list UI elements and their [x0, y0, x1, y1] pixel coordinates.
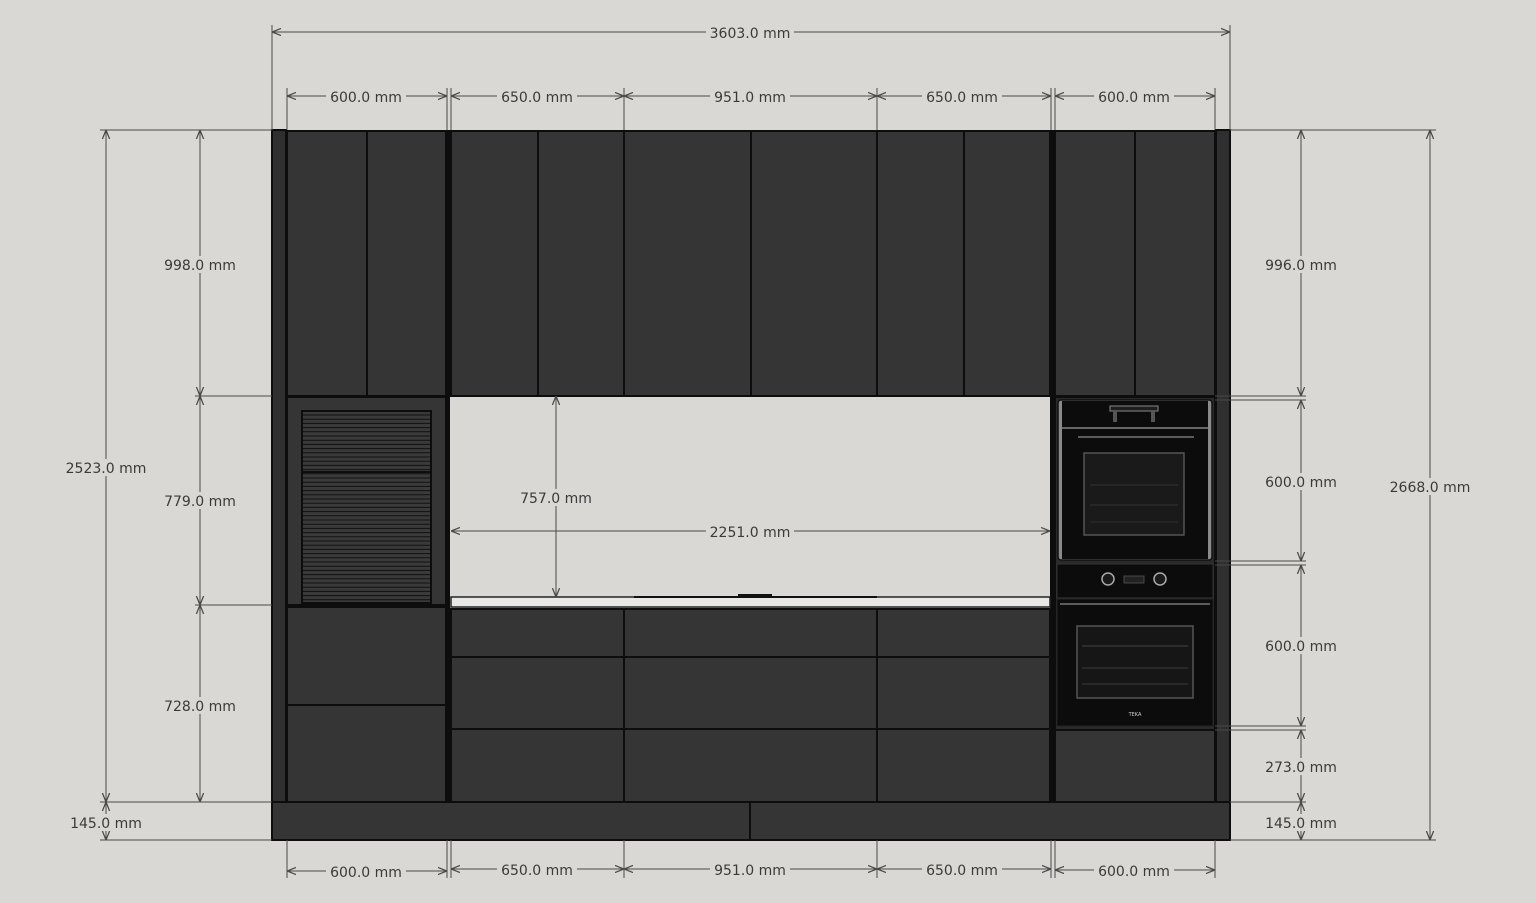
dim-right-base: 273.0 mm	[1265, 760, 1337, 776]
dim-right-plinth: 145.0 mm	[1265, 816, 1337, 832]
oven-knob-left	[1101, 572, 1115, 586]
dim-top-2: 650.0 mm	[501, 90, 573, 106]
upper-oven	[1057, 399, 1213, 561]
dim-countertop-width: 2251.0 mm	[710, 525, 791, 541]
left-upper-door-2	[366, 130, 447, 397]
dim-right-upper: 996.0 mm	[1265, 258, 1337, 274]
base-drawer-2-3	[623, 728, 878, 803]
dim-top-3: 951.0 mm	[714, 90, 786, 106]
dim-bottom-2: 650.0 mm	[501, 863, 573, 879]
dim-right-oven-top: 600.0 mm	[1265, 475, 1337, 491]
left-side-panel	[271, 129, 287, 803]
dim-right-oven-bottom: 600.0 mm	[1265, 639, 1337, 655]
base-drawer-1-2	[450, 656, 625, 730]
dim-left-lower: 728.0 mm	[164, 699, 236, 715]
wall-door-2	[537, 130, 625, 397]
dim-left-overall-height: 2523.0 mm	[66, 461, 147, 477]
oven-knob-right	[1153, 572, 1167, 586]
base-drawer-3-2	[876, 656, 1051, 730]
hob-controls	[738, 594, 772, 597]
base-drawer-1-3	[450, 728, 625, 803]
base-drawer-3-3	[876, 728, 1051, 803]
dim-bottom-3: 951.0 mm	[714, 863, 786, 879]
lower-oven: TEKA	[1056, 563, 1214, 727]
right-upper-door-2	[1134, 130, 1216, 397]
wall-door-3	[623, 130, 752, 397]
kitchen-elevation-drawing: TEKA 3603.0 mm 600.0 mm 650.0 mm 951.0 m…	[62, 24, 1474, 881]
left-drawer-1	[286, 606, 447, 706]
dim-backsplash-height: 757.0 mm	[520, 491, 592, 507]
dim-bottom-1: 600.0 mm	[330, 865, 402, 881]
tambour-door	[301, 410, 432, 604]
left-upper-door-1	[286, 130, 368, 397]
left-drawer-2	[286, 704, 447, 803]
countertop	[450, 594, 1051, 608]
dim-top-4: 650.0 mm	[926, 90, 998, 106]
right-side-panel	[1215, 129, 1231, 803]
dim-overall-width: 3603.0 mm	[710, 26, 791, 42]
wall-door-6	[963, 130, 1051, 397]
wall-door-1	[450, 130, 539, 397]
dim-bottom-4: 650.0 mm	[926, 863, 998, 879]
oven-brand-logo: TEKA	[1128, 712, 1142, 718]
base-drawer-2-2	[623, 656, 878, 730]
oven-display	[1123, 575, 1145, 584]
base-drawer-3-1	[876, 608, 1051, 658]
wall-door-5	[876, 130, 965, 397]
plinth-right	[749, 801, 1231, 841]
dim-left-upper: 998.0 mm	[164, 258, 236, 274]
dim-bottom-5: 600.0 mm	[1098, 864, 1170, 880]
oven-window	[1083, 452, 1185, 536]
dim-top-5: 600.0 mm	[1098, 90, 1170, 106]
base-drawer-2-1	[623, 608, 878, 658]
dim-right-overall-height: 2668.0 mm	[1390, 480, 1471, 496]
wall-door-4	[750, 130, 878, 397]
dim-left-middle: 779.0 mm	[164, 494, 236, 510]
dim-top-1: 600.0 mm	[330, 90, 402, 106]
dim-left-plinth: 145.0 mm	[70, 816, 142, 832]
right-base-door	[1054, 729, 1216, 803]
oven-window	[1076, 625, 1194, 699]
right-upper-door-1	[1054, 130, 1136, 397]
oven-handle	[1109, 405, 1159, 412]
base-drawer-1-1	[450, 608, 625, 658]
plinth-left	[271, 801, 751, 841]
